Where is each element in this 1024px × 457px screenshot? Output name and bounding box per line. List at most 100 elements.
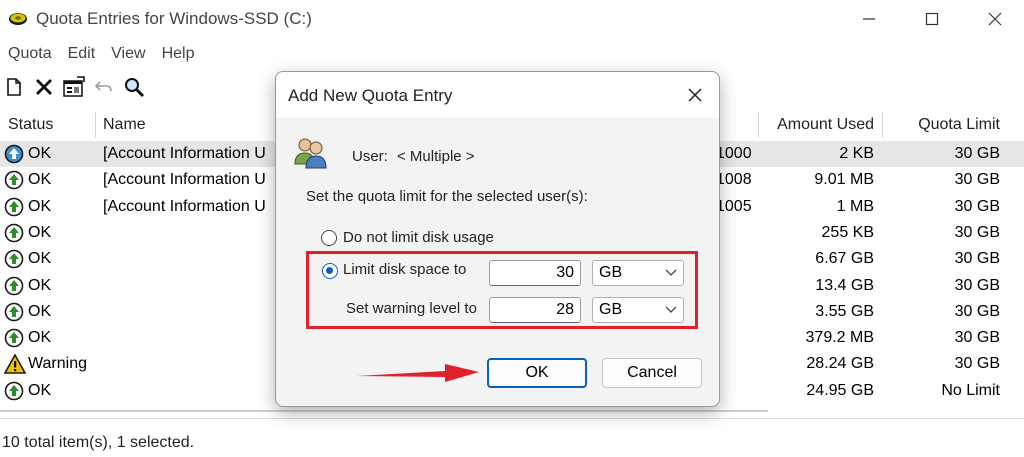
new-entry-button[interactable] [2,74,26,100]
status-cell: OK [4,194,51,220]
logon-name-cell: 1000 [716,145,752,162]
limit-unit-select[interactable]: GB [592,260,684,286]
find-button[interactable] [122,74,146,100]
ok-status-icon [4,249,26,269]
no-limit-radio[interactable] [321,230,337,246]
ok-button[interactable]: OK [487,358,587,388]
quota-limit-cell: 30 GB [954,302,1000,320]
amount-used-cell: 255 KB [821,223,874,241]
name-cell: [Account Information U [103,171,266,189]
status-text: OK [28,250,52,268]
minimize-icon [863,18,875,20]
minimize-button[interactable] [840,0,898,38]
status-cell: OK [4,141,51,167]
menu-help[interactable]: Help [154,42,203,66]
properties-button[interactable] [62,74,86,100]
pointer-arrow-icon [357,364,479,382]
amount-used-cell: 28.24 GB [806,355,874,373]
quota-limit-cell: 30 GB [954,197,1000,215]
column-divider[interactable] [758,112,759,138]
column-header-quota-limit[interactable]: Quota Limit [918,108,1000,141]
amount-used-cell: 2 KB [839,145,874,162]
undo-button[interactable] [92,74,116,100]
warning-unit-value: GB [599,301,623,318]
amount-used-cell: 24.95 GB [806,381,874,399]
maximize-icon [925,12,939,26]
quota-limit-cell: 30 GB [954,145,1000,162]
column-divider[interactable] [882,112,883,138]
dialog-close-button[interactable] [684,84,706,106]
menu-view[interactable]: View [103,42,153,66]
dialog-title-bar: Add New Quota Entry [276,72,719,118]
status-cell: Warning [4,351,87,377]
amount-used-cell: 6.67 GB [815,250,874,268]
ok-status-icon [4,328,26,348]
quota-limit-cell: 30 GB [954,223,1000,241]
ok-status-icon [4,381,26,401]
dialog-title: Add New Quota Entry [288,86,453,105]
no-limit-label[interactable]: Do not limit disk usage [343,229,494,246]
column-divider[interactable] [95,112,96,138]
status-cell: OK [4,167,51,193]
user-value: < Multiple > [397,148,475,165]
quota-limit-cell: No Limit [941,381,1000,399]
status-cell: OK [4,246,51,272]
properties-icon [63,76,85,97]
name-cell: [Account Information U [103,145,266,162]
close-icon [688,88,702,102]
status-text: OK [28,276,52,294]
quota-limit-cell: 30 GB [954,355,1000,373]
status-cell: OK [4,273,51,299]
ok-status-icon [4,276,26,296]
chevron-down-icon [665,269,677,276]
status-cell: OK [4,378,51,404]
warning-unit-select[interactable]: GB [592,297,684,323]
users-icon [294,138,327,169]
column-header-name[interactable]: Name [103,108,146,141]
close-icon [988,12,1002,26]
add-quota-entry-dialog: Add New Quota Entry User: < Multiple > S… [275,71,720,407]
status-cell: OK [4,299,51,325]
status-text: OK [28,381,52,399]
status-text: OK [28,329,52,347]
ok-status-icon [4,223,26,243]
status-cell: OK [4,220,51,246]
chevron-down-icon [665,306,677,313]
horizontal-scrollbar[interactable] [0,408,768,414]
column-header-status[interactable]: Status [8,108,53,141]
status-bar: 10 total item(s), 1 selected. [0,418,1024,457]
amount-used-cell: 1 MB [836,197,874,215]
ok-status-icon [4,197,26,217]
undo-icon [94,81,112,92]
status-cell: OK [4,325,51,351]
delete-button[interactable] [32,74,56,100]
find-icon [125,78,145,98]
amount-used-cell: 379.2 MB [805,329,874,347]
cancel-button[interactable]: Cancel [602,358,702,388]
status-text: OK [28,145,52,162]
toolbar [0,72,146,102]
warning-icon [4,354,26,375]
logon-name-cell: 1005 [716,197,752,215]
limit-disk-space-label[interactable]: Limit disk space to [343,261,466,278]
instruction-text: Set the quota limit for the selected use… [306,188,588,205]
limit-unit-value: GB [599,264,623,281]
quota-limit-cell: 30 GB [954,276,1000,294]
status-text: OK [28,302,52,320]
ok-status-icon [4,170,26,190]
warning-level-label: Set warning level to [346,300,477,317]
menu-edit[interactable]: Edit [60,42,104,66]
status-text: OK [28,197,52,215]
warning-value-input[interactable]: 28 [489,297,581,323]
maximize-button[interactable] [903,0,961,38]
amount-used-cell: 9.01 MB [814,171,874,189]
limit-disk-space-radio[interactable] [322,263,338,279]
limit-value-input[interactable]: 30 [489,260,581,286]
ok-status-icon [4,144,26,164]
menu-quota[interactable]: Quota [0,42,60,66]
column-header-amount-used[interactable]: Amount Used [777,108,874,141]
close-button[interactable] [966,0,1024,38]
quota-limit-cell: 30 GB [954,329,1000,347]
amount-used-cell: 13.4 GB [815,276,874,294]
scrollbar-thumb[interactable] [0,410,768,412]
